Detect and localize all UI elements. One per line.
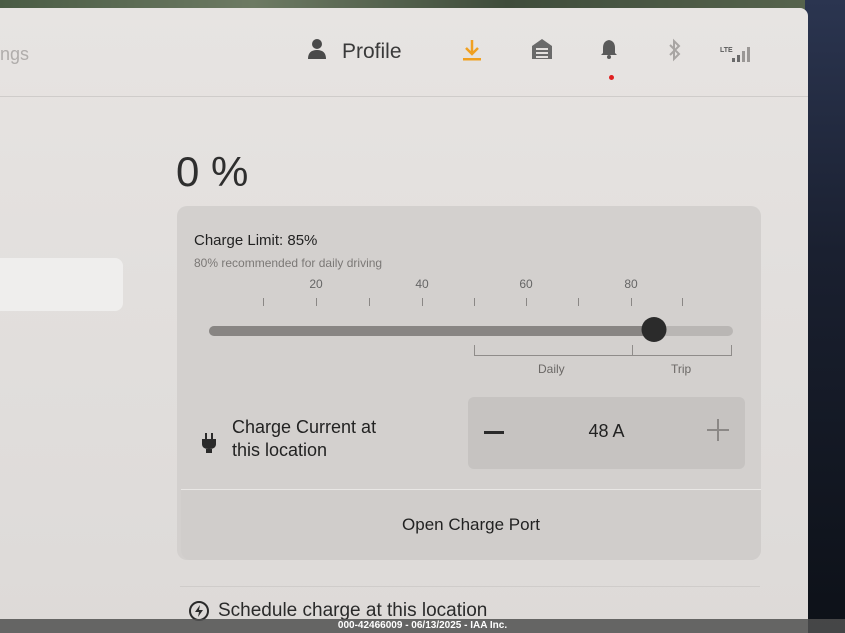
slider-tick [316, 298, 317, 306]
open-charge-port-label: Open Charge Port [402, 515, 540, 534]
bell-icon[interactable] [600, 38, 618, 65]
display-bezel [805, 0, 845, 633]
watermark: 000-42466009 - 06/13/2025 - IAA Inc. [0, 619, 845, 633]
charge-settings-panel: Charge Limit: 85% 80% recommended for da… [177, 206, 761, 560]
garage-icon[interactable] [531, 38, 553, 65]
charge-current-stepper: 48 A [468, 397, 745, 469]
charge-current-label-line1: Charge Current at [232, 417, 377, 437]
trip-range-bracket [631, 345, 732, 356]
charge-limit-slider-fill [209, 326, 655, 336]
signal-icon [731, 44, 753, 67]
slider-tick [422, 298, 423, 306]
notification-dot [609, 75, 614, 80]
tick-label-80: 80 [624, 277, 638, 291]
top-status-bar: ngs Profile LTE [0, 8, 808, 97]
sidebar-selected-item[interactable] [0, 258, 123, 311]
open-charge-port-button[interactable]: Open Charge Port [181, 490, 761, 560]
charge-recommendation: 80% recommended for daily driving [194, 256, 383, 270]
charge-current-label: Charge Current at this location [232, 416, 432, 462]
bluetooth-icon[interactable] [667, 38, 683, 67]
profile-label: Profile [342, 40, 402, 63]
slider-tick [263, 298, 264, 306]
person-icon [308, 38, 326, 66]
slider-tick [578, 298, 579, 306]
daily-range-label: Daily [538, 362, 565, 376]
charge-limit-label: Charge Limit: 85% [194, 232, 318, 249]
settings-tab-fragment[interactable]: ngs [0, 44, 29, 65]
slider-tick [526, 298, 527, 306]
charge-limit-slider-handle[interactable] [641, 317, 667, 342]
profile-button[interactable]: Profile [308, 38, 402, 66]
plug-icon [201, 432, 217, 459]
section-divider [180, 586, 760, 587]
increase-current-button[interactable] [707, 419, 729, 441]
tick-label-60: 60 [519, 277, 533, 291]
slider-tick [474, 298, 475, 306]
tick-label-20: 20 [309, 277, 323, 291]
tick-label-40: 40 [415, 277, 429, 291]
charge-current-value: 48 A [588, 421, 625, 441]
slider-tick [631, 298, 632, 306]
download-icon[interactable] [462, 38, 482, 67]
trip-range-label: Trip [671, 362, 692, 376]
charging-screen: ngs Profile LTE 0 % Charge Limit: 85% 80… [0, 8, 808, 633]
daily-range-bracket [474, 345, 633, 356]
slider-tick [682, 298, 683, 306]
battery-percentage: 0 % [176, 148, 249, 195]
charge-current-label-line2: this location [232, 440, 328, 460]
slider-tick [369, 298, 370, 306]
